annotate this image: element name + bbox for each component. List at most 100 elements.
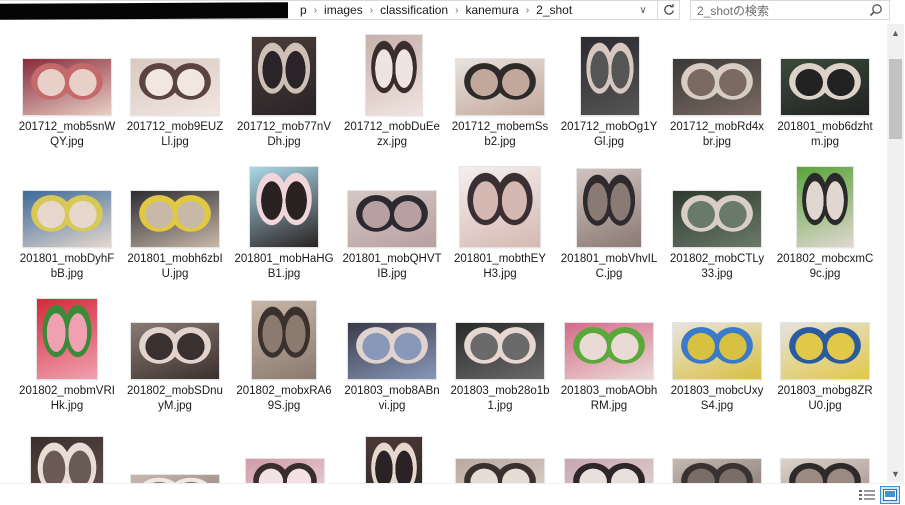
- photo-thumbnail[interactable]: [780, 458, 870, 483]
- file-item[interactable]: 201801_mobQHVTIB.jpg: [339, 154, 445, 282]
- redacted-path: [0, 2, 288, 20]
- photo-thumbnail[interactable]: [780, 322, 870, 380]
- photo-thumbnail[interactable]: [455, 458, 545, 483]
- file-item[interactable]: 201712_mob5snWQY.jpg: [14, 22, 120, 150]
- file-item[interactable]: 201712_mobDuEezx.jpg: [339, 22, 445, 150]
- photo-thumbnail[interactable]: [130, 322, 220, 380]
- file-item[interactable]: 201801_mobVhvILC.jpg: [556, 154, 662, 282]
- details-view-button[interactable]: [858, 487, 876, 503]
- file-item[interactable]: 201801_mobHaHGB1.jpg: [231, 154, 337, 282]
- file-item[interactable]: 201803_mob8ABnvi.jpg: [339, 286, 445, 414]
- file-name: 201712_mob5snWQY.jpg: [18, 121, 116, 148]
- photo-thumbnail[interactable]: [130, 58, 220, 116]
- file-item[interactable]: 201801_mobh6zbIU.jpg: [122, 154, 228, 282]
- photo-thumbnail[interactable]: [130, 190, 220, 248]
- file-item[interactable]: 201803_mobAObhRM.jpg: [556, 286, 662, 414]
- breadcrumb-item[interactable]: kanemura: [461, 3, 522, 17]
- photo-thumbnail[interactable]: [455, 58, 545, 116]
- photo-thumbnail[interactable]: [564, 322, 654, 380]
- photo-thumbnail[interactable]: [672, 190, 762, 248]
- photo-thumbnail[interactable]: [130, 474, 220, 483]
- file-item[interactable]: 201712_mobOg1YGl.jpg: [556, 22, 662, 150]
- chevron-right-icon[interactable]: ›: [452, 5, 461, 16]
- address-history-button[interactable]: ∨: [632, 1, 654, 19]
- thumbnail-slot: [664, 418, 770, 483]
- thumbnail-slot: [231, 154, 337, 250]
- file-item[interactable]: 201801_mobthEYH3.jpg: [447, 154, 553, 282]
- address-bar[interactable]: p › images › classification › kanemura ›…: [0, 0, 680, 20]
- photo-thumbnail[interactable]: [459, 166, 541, 248]
- photo-thumbnail[interactable]: [455, 322, 545, 380]
- file-item[interactable]: 201712_mobemSsb2.jpg: [447, 22, 553, 150]
- scroll-down-button[interactable]: ▼: [887, 465, 904, 482]
- photo-thumbnail[interactable]: [36, 298, 98, 380]
- file-item[interactable]: [772, 418, 878, 483]
- search-box[interactable]: [690, 0, 890, 20]
- photo-thumbnail[interactable]: [672, 458, 762, 483]
- refresh-button[interactable]: [657, 1, 679, 19]
- breadcrumb-item[interactable]: 2_shot: [532, 3, 576, 17]
- photo-thumbnail[interactable]: [365, 34, 423, 116]
- file-item[interactable]: [556, 418, 662, 483]
- breadcrumb-item[interactable]: images: [320, 3, 367, 17]
- file-name: 201803_mobAObhRM.jpg: [560, 385, 658, 412]
- file-item[interactable]: 201803_mob28o1b1.jpg: [447, 286, 553, 414]
- file-item[interactable]: 201803_mobcUxyS4.jpg: [664, 286, 770, 414]
- photo-thumbnail[interactable]: [780, 58, 870, 116]
- chevron-right-icon[interactable]: ›: [523, 5, 532, 16]
- photo-thumbnail[interactable]: [245, 458, 325, 483]
- photo-thumbnail[interactable]: [672, 322, 762, 380]
- search-input[interactable]: [697, 3, 857, 18]
- file-item[interactable]: [14, 418, 120, 483]
- photo-thumbnail[interactable]: [576, 168, 642, 248]
- photo-thumbnail[interactable]: [251, 36, 317, 116]
- photo-thumbnail[interactable]: [251, 300, 317, 380]
- chevron-right-icon[interactable]: ›: [367, 5, 376, 16]
- file-name: 201712_mobemSsb2.jpg: [451, 121, 549, 148]
- file-item[interactable]: [231, 418, 337, 483]
- scrollbar-thumb[interactable]: [889, 59, 902, 139]
- photo-thumbnail[interactable]: [796, 166, 854, 248]
- file-item[interactable]: 201801_mobDyhFbB.jpg: [14, 154, 120, 282]
- file-name: 201801_mob6dzhtm.jpg: [777, 121, 873, 148]
- file-item[interactable]: 201802_mobxRA69S.jpg: [231, 286, 337, 414]
- file-item[interactable]: 201712_mobRd4xbr.jpg: [664, 22, 770, 150]
- photo-thumbnail[interactable]: [347, 190, 437, 248]
- file-item[interactable]: [339, 418, 445, 483]
- scroll-up-button[interactable]: ▲: [887, 24, 904, 41]
- file-item[interactable]: 201802_mobmVRIHk.jpg: [14, 286, 120, 414]
- search-icon[interactable]: [869, 3, 883, 17]
- photo-thumbnail[interactable]: [672, 58, 762, 116]
- photo-thumbnail[interactable]: [564, 458, 654, 483]
- vertical-scrollbar[interactable]: ▲ ▼: [887, 24, 904, 482]
- file-item[interactable]: 201802_mobCTLy33.jpg: [664, 154, 770, 282]
- breadcrumb-item[interactable]: classification: [376, 3, 452, 17]
- file-item[interactable]: [664, 418, 770, 483]
- photo-thumbnail[interactable]: [22, 190, 112, 248]
- file-item[interactable]: 201712_mob77nVDh.jpg: [231, 22, 337, 150]
- photo-thumbnail[interactable]: [22, 58, 112, 116]
- thumbnail-slot: [339, 154, 445, 250]
- file-item[interactable]: 201802_mobSDnuyM.jpg: [122, 286, 228, 414]
- thumbnail-slot: [339, 286, 445, 382]
- chevron-right-icon[interactable]: ›: [311, 5, 320, 16]
- photo-thumbnail[interactable]: [30, 436, 104, 483]
- thumbnail-slot: [339, 418, 445, 483]
- photo-thumbnail[interactable]: [347, 322, 437, 380]
- file-item[interactable]: 201802_mobcxmC9c.jpg: [772, 154, 878, 282]
- file-item[interactable]: 201712_mob9EUZLl.jpg: [122, 22, 228, 150]
- breadcrumb-item[interactable]: p: [296, 3, 311, 17]
- thumbnail-slot: [14, 418, 120, 483]
- file-list: 201712_mob5snWQY.jpg 201712_mob9EUZLl.jpg…: [0, 22, 886, 483]
- file-item[interactable]: [122, 418, 228, 483]
- photo-thumbnail[interactable]: [365, 436, 423, 483]
- photo-thumbnail[interactable]: [580, 36, 640, 116]
- file-item[interactable]: 201801_mob6dzhtm.jpg: [772, 22, 878, 150]
- file-item[interactable]: [447, 418, 553, 483]
- photo-thumbnail[interactable]: [249, 166, 319, 248]
- navigation-bar: p › images › classification › kanemura ›…: [0, 0, 905, 20]
- file-item[interactable]: 201803_mobg8ZRU0.jpg: [772, 286, 878, 414]
- file-name: 201712_mob9EUZLl.jpg: [126, 121, 224, 148]
- large-icons-view-button[interactable]: [880, 486, 900, 504]
- thumbnail-slot: [556, 286, 662, 382]
